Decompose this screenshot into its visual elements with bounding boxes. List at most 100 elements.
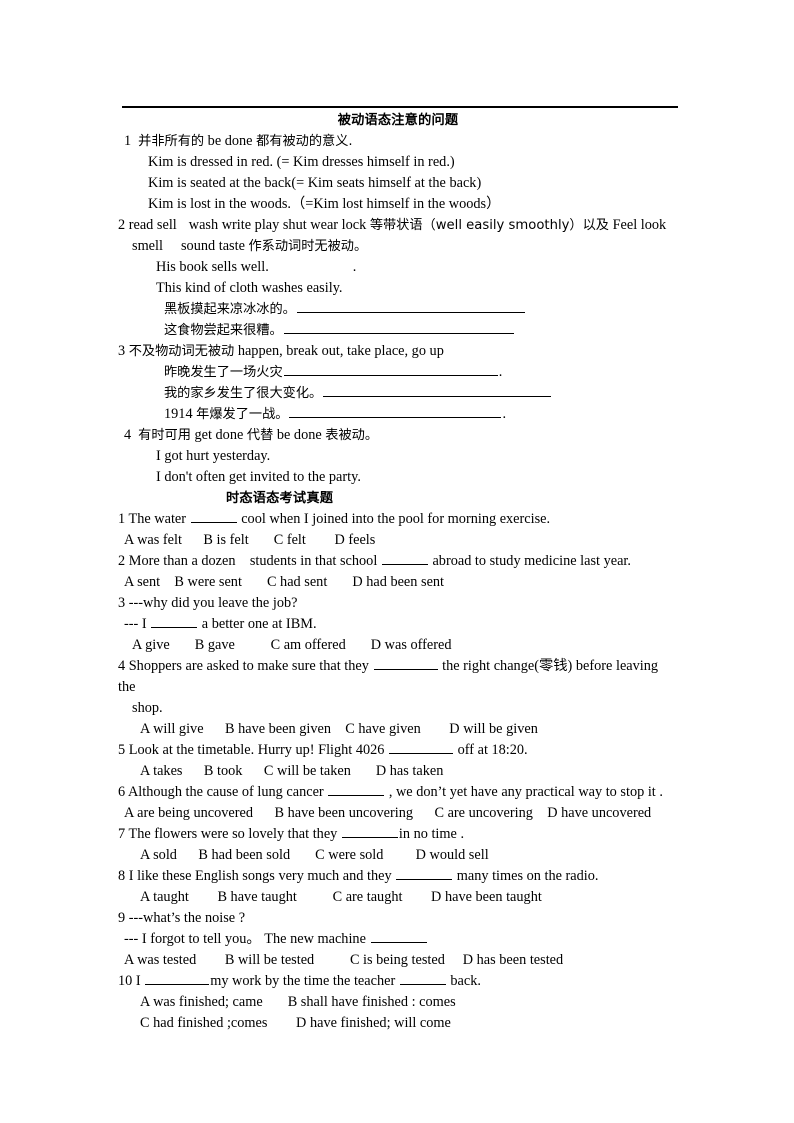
q5-stem-pre: Look at the timetable. Hurry up! Flight … [128,742,385,758]
item-2-ex4-cn: 这食物尝起来很糟。 [164,323,283,338]
answer-blank-line[interactable] [328,782,385,796]
document-page: 被动语态注意的问题 1 并非所有的 be done 都有被动的意义. Kim is… [0,0,794,1123]
answer-blank-line[interactable] [399,971,446,985]
q6-stem-post: , we don’t yet have any practical way to… [388,784,663,800]
question-4-options[interactable]: A will give B have been given C have giv… [118,719,678,740]
question-9-stem-line-2: --- I forgot to tell you。 The new machin… [118,929,678,950]
q8-stem-pre: I like these English songs very much and… [128,868,392,884]
answer-blank-line[interactable] [289,404,502,418]
question-2-options[interactable]: A sent B were sent C had sent D had been… [118,572,678,593]
section1-item-1-example-1: Kim is dressed in red. (= Kim dresses hi… [148,154,455,170]
item-1-lead-cn-b: 都有被动的意义. [256,134,353,149]
q10-stem-mid: my work by the time the teacher [210,973,396,989]
item-4-lead-en-b: be done [276,427,322,443]
question-9-stem-line-1: 9 ---what’s the noise ? [118,908,678,929]
item-3-lead-cn: 不及物动词无被动 [128,344,235,359]
item-2-line1-b: wash write play shut wear lock [188,217,367,233]
section1-item-1-example-3: Kim is lost in the woods.（=Kim lost hims… [148,196,501,212]
question-10-options-line-2[interactable]: C had finished ;comes D have finished; w… [118,1013,678,1034]
question-3-options[interactable]: A give B gave C am offered D was offered [118,635,678,656]
question-8-options[interactable]: A taught B have taught C are taught D ha… [118,887,678,908]
section1-item-3-lead: 3 不及物动词无被动 happen, break out, take place… [118,341,678,362]
item-4-lead-en-a: get done [194,427,244,443]
section1-item-2-example-4: 这食物尝起来很糟。 [118,320,678,341]
question-7-stem: 7 The flowers were so lovely that they i… [118,824,678,845]
question-10-options-line-1[interactable]: A was finished; came B shall have finish… [118,992,678,1013]
answer-blank-line[interactable] [341,824,398,838]
question-7-options[interactable]: A sold B had been sold C were sold D wou… [118,845,678,866]
question-number: 1 [118,511,126,527]
item-2-line1-a: read sell [128,217,177,233]
q3-stem-line2-pre: --- I [124,616,147,632]
section1-item-1-example-2: Kim is seated at the back(= Kim seats hi… [148,175,482,191]
section1-item-4-example-2: I don't often get invited to the party. [156,469,361,485]
question-5-options[interactable]: A takes B took C will be taken D has tak… [118,761,678,782]
answer-blank-line[interactable] [323,383,552,397]
question-5-stem: 5 Look at the timetable. Hurry up! Fligh… [118,740,678,761]
item-1-lead-en: be done [207,133,253,149]
section1-item-4-lead: 4 有时可用 get done 代替 be done 表被动。 [118,425,678,446]
question-number: 10 [118,973,133,989]
section1-item-3-example-2: 我的家乡发生了很大变化。 [118,383,678,404]
answer-blank-line[interactable] [145,971,210,985]
q1-stem-pre: The water [128,511,187,527]
question-6-options[interactable]: A are being uncovered B have been uncove… [118,803,678,824]
item-3-ex3-year: 1914 [164,406,193,422]
item-2-line1-c: 等带状语（well easily smoothly）以及 [369,218,609,233]
q10-stem-post: back. [450,973,481,989]
answer-blank-line[interactable] [190,509,237,523]
section1-item-3-example-1: 昨晚发生了一场火灾. [118,362,678,383]
question-3-stem-line-2: --- I a better one at IBM. [118,614,678,635]
item-number: 3 [118,343,126,359]
q8-stem-post: many times on the radio. [456,868,599,884]
item-2-line2-a: smell [132,238,163,254]
item-number: 2 [118,217,126,233]
q1-stem-post: cool when I joined into the pool for mor… [241,511,551,527]
item-2-ex3-cn: 黑板摸起来凉冰冰的。 [164,302,296,317]
question-number: 6 [118,784,126,800]
question-number: 3 [118,595,126,611]
answer-blank-line[interactable] [296,299,525,313]
section1-item-2-line-2: smell sound taste 作系动词时无被动。 [118,236,678,257]
q5-stem-post: off at 18:20. [457,742,528,758]
question-1-options[interactable]: A was felt B is felt C felt D feels [118,530,678,551]
top-horizontal-rule [122,106,678,108]
item-1-lead-cn-a: 并非所有的 [138,134,205,149]
section1-item-1-lead: 1 并非所有的 be done 都有被动的意义. [118,131,678,152]
section1-item-2-line-1: 2 read sell wash write play shut wear loc… [118,215,678,236]
q10-stem-pre: I [135,973,141,989]
q9-stem-line2-pre: --- I forgot to tell you。 The new machin… [124,931,366,947]
answer-blank-line[interactable] [151,614,198,628]
q9-stem-line1: ---what’s the noise ? [128,910,246,926]
question-number: 9 [118,910,126,926]
item-3-ex1-tail: . [498,364,503,380]
question-10-stem: 10 I my work by the time the teacher bac… [118,971,678,992]
answer-blank-line[interactable] [370,929,427,943]
section1-item-2-example-1: His book sells well.. [118,257,678,278]
answer-blank-line[interactable] [283,320,514,334]
item-2-line1-d: Feel look [612,217,667,233]
answer-blank-line[interactable] [396,866,453,880]
question-9-options[interactable]: A was tested B will be tested C is being… [118,950,678,971]
answer-blank-line[interactable] [283,362,498,376]
item-number: 4 [124,427,132,443]
question-2-stem: 2 More than a dozen students in that sch… [118,551,678,572]
question-number: 4 [118,658,126,674]
item-3-ex3-tail: . [502,406,507,422]
item-3-ex3-cn: 年爆发了一战。 [196,407,289,422]
document-content: 被动语态注意的问题 1 并非所有的 be done 都有被动的意义. Kim is… [118,106,678,1034]
item-3-ex2-cn: 我的家乡发生了很大变化。 [164,386,323,401]
answer-blank-line[interactable] [389,740,454,754]
q3-stem-line1: ---why did you leave the job? [128,595,298,611]
answer-blank-line[interactable] [381,551,428,565]
question-number: 8 [118,868,126,884]
q7-stem-post: in no time . [398,826,465,842]
q6-stem-pre: Although the cause of lung cancer [127,784,324,800]
question-number: 7 [118,826,126,842]
answer-blank-line[interactable] [373,656,438,670]
section1-title: 被动语态注意的问题 [337,113,459,128]
section1-item-2-example-2: This kind of cloth washes easily. [156,280,343,296]
item-3-lead-en: happen, break out, take place, go up [237,343,444,359]
question-number: 5 [118,742,126,758]
section1-item-2-example-3: 黑板摸起来凉冰冰的。 [118,299,678,320]
